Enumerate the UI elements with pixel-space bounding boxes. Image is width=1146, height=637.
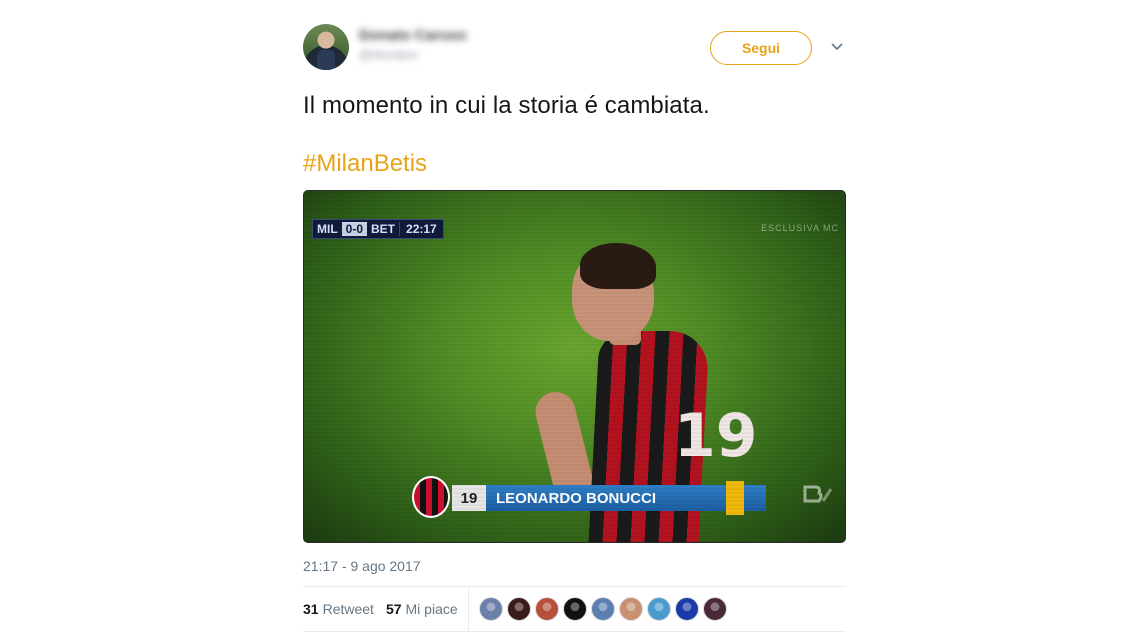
avatar[interactable]	[303, 24, 349, 70]
liker-avatar[interactable]	[562, 597, 587, 621]
player-number: 19	[452, 485, 486, 511]
liker-avatar[interactable]	[674, 597, 699, 621]
shirt-number: 19	[674, 401, 758, 471]
hashtag-link[interactable]: #MilanBetis	[303, 148, 846, 180]
stats-separator	[467, 587, 469, 631]
avatar-figure	[317, 50, 335, 70]
liker-avatar[interactable]	[590, 597, 615, 621]
name-bar-accent	[726, 481, 744, 515]
score: 0-0	[341, 222, 368, 236]
follow-button[interactable]: Segui	[710, 31, 812, 65]
retweets-count: 31	[303, 601, 319, 617]
tweet-stats: 31 Retweet 57 Mi piace	[303, 587, 846, 631]
tweet-timestamp[interactable]: 21:17 - 9 ago 2017	[303, 558, 846, 574]
scorebug: MIL 0-0 BET 22:17	[312, 219, 444, 239]
player-hair	[580, 243, 656, 289]
liker-avatar[interactable]	[618, 597, 643, 621]
liker-avatar[interactable]	[534, 597, 559, 621]
home-team: MIL	[317, 222, 338, 236]
broadcast-logo: ESCLUSIVA MC	[761, 223, 839, 233]
divider	[303, 631, 846, 632]
username[interactable]: @donatoc	[359, 47, 467, 62]
player-name-graphic: 19 LEONARDO BONUCCI	[412, 476, 766, 518]
liker-avatar[interactable]	[646, 597, 671, 621]
liker-avatar[interactable]	[702, 597, 727, 621]
likes-count: 57	[385, 601, 402, 617]
tweet-media[interactable]: MIL 0-0 BET 22:17 ESCLUSIVA MC 19 19 LEO…	[303, 190, 846, 543]
tweet-header: Donato Caruso @donatoc Segui	[303, 22, 846, 74]
player-name-bar: LEONARDO BONUCCI	[486, 481, 766, 515]
sponsor-logo-icon	[803, 485, 833, 503]
player-name: LEONARDO BONUCCI	[496, 489, 656, 507]
retweets-label: Retweet	[322, 601, 374, 617]
retweets-stat[interactable]: 31 Retweet	[303, 601, 374, 617]
match-time: 22:17	[399, 222, 443, 236]
club-crest-icon	[412, 476, 450, 518]
liker-avatar[interactable]	[478, 597, 503, 621]
tweet-text: Il momento in cui la storia é cambiata.	[303, 92, 710, 119]
likers-avatars	[478, 597, 727, 621]
liker-avatar[interactable]	[506, 597, 531, 621]
user-names[interactable]: Donato Caruso @donatoc	[359, 27, 467, 62]
chevron-down-icon[interactable]	[830, 40, 844, 54]
tweet: Donato Caruso @donatoc Segui Il momento …	[303, 22, 846, 632]
display-name[interactable]: Donato Caruso	[359, 27, 467, 44]
away-team: BET	[371, 222, 396, 236]
likes-label: Mi piace	[405, 601, 458, 617]
likes-stat[interactable]: 57 Mi piace	[386, 601, 458, 617]
